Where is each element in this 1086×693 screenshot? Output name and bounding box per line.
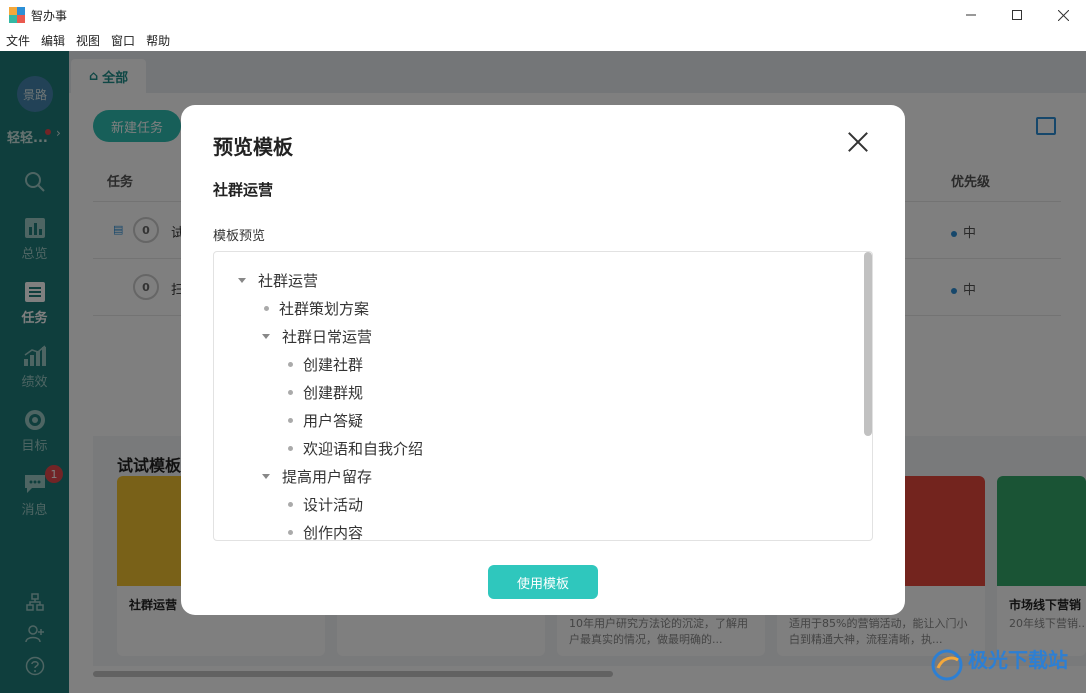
tree-node-label: 社群日常运营 <box>282 327 373 346</box>
bullet-icon <box>288 445 293 451</box>
preview-label: 模板预览 <box>213 229 266 244</box>
bullet-icon <box>288 501 293 507</box>
tree-node-label: 社群策划方案 <box>279 299 370 318</box>
template-tree[interactable]: 社群运营 社群策划方案 社群日常运营 创建社群 创建群规 用户答疑 欢迎语和自我… <box>213 251 873 541</box>
watermark: 极光下载站 <box>930 640 1080 688</box>
bullet-icon <box>264 305 269 311</box>
watermark-logo-icon <box>931 649 963 681</box>
tree-node-label: 提高用户留存 <box>282 467 373 486</box>
tree-node[interactable]: 提高用户留存 <box>262 462 372 490</box>
vertical-scrollbar[interactable] <box>864 252 872 436</box>
window-title: 智办事 <box>31 8 68 23</box>
tree-node[interactable]: 社群运营 <box>238 266 318 294</box>
tree-node[interactable]: 用户答疑 <box>288 406 363 434</box>
tree-node-label: 创作内容 <box>303 523 364 541</box>
menu-help[interactable]: 帮助 <box>146 32 170 49</box>
tree-node-label: 社群运营 <box>258 271 319 290</box>
tree-node[interactable]: 创建群规 <box>288 378 363 406</box>
caret-down-icon[interactable] <box>262 333 270 339</box>
tree-node[interactable]: 欢迎语和自我介绍 <box>288 434 423 462</box>
template-name: 社群运营 <box>213 181 274 199</box>
bullet-icon <box>288 361 293 367</box>
tree-node[interactable]: 设计活动 <box>288 490 363 518</box>
minimize-icon <box>966 14 976 16</box>
menu-file[interactable]: 文件 <box>6 32 30 49</box>
tree-node[interactable]: 社群策划方案 <box>264 294 369 322</box>
bullet-icon <box>288 529 293 535</box>
menu-bar: 文件 编辑 视图 窗口 帮助 <box>0 30 1086 51</box>
menu-view[interactable]: 视图 <box>76 32 100 49</box>
tree-node-label: 创建社群 <box>303 355 364 374</box>
tree-node-label: 创建群规 <box>303 383 364 402</box>
tree-node-label: 欢迎语和自我介绍 <box>303 439 424 458</box>
tree-node[interactable]: 创建社群 <box>288 350 363 378</box>
minimize-button[interactable] <box>948 0 994 30</box>
preview-template-dialog: 预览模板 社群运营 模板预览 社群运营 社群策划方案 社群日常运营 创建社群 创… <box>181 105 905 615</box>
menu-edit[interactable]: 编辑 <box>41 32 65 49</box>
close-window-button[interactable] <box>1040 0 1086 30</box>
tree-node[interactable]: 创作内容 <box>288 518 364 541</box>
caret-down-icon[interactable] <box>262 473 270 479</box>
bullet-icon <box>288 417 293 423</box>
app-logo-icon <box>9 7 25 23</box>
tree-node-label: 用户答疑 <box>303 411 364 430</box>
tree-node[interactable]: 社群日常运营 <box>262 322 372 350</box>
bullet-icon <box>288 389 293 395</box>
watermark-text: 极光下载站 <box>968 648 1068 672</box>
close-icon <box>1057 9 1069 21</box>
title-bar: 智办事 <box>0 0 1086 30</box>
maximize-icon <box>1012 10 1022 20</box>
maximize-button[interactable] <box>994 0 1040 30</box>
use-template-button[interactable]: 使用模板 <box>488 565 598 599</box>
dialog-title: 预览模板 <box>213 135 293 159</box>
caret-down-icon[interactable] <box>238 277 246 283</box>
menu-window[interactable]: 窗口 <box>111 32 135 49</box>
close-icon[interactable] <box>845 129 871 155</box>
tree-node-label: 设计活动 <box>303 495 364 514</box>
